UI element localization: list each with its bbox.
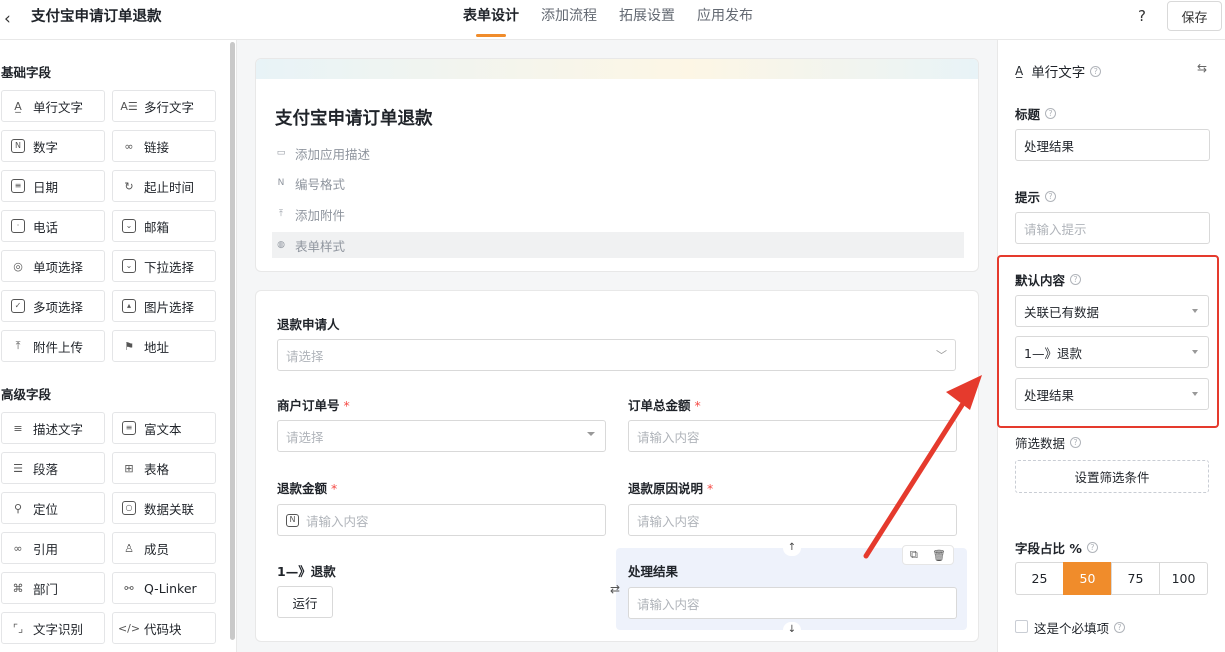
- arrow-shaft: [863, 402, 965, 559]
- arrow-head: [946, 375, 982, 410]
- annotation-arrow: [863, 375, 982, 559]
